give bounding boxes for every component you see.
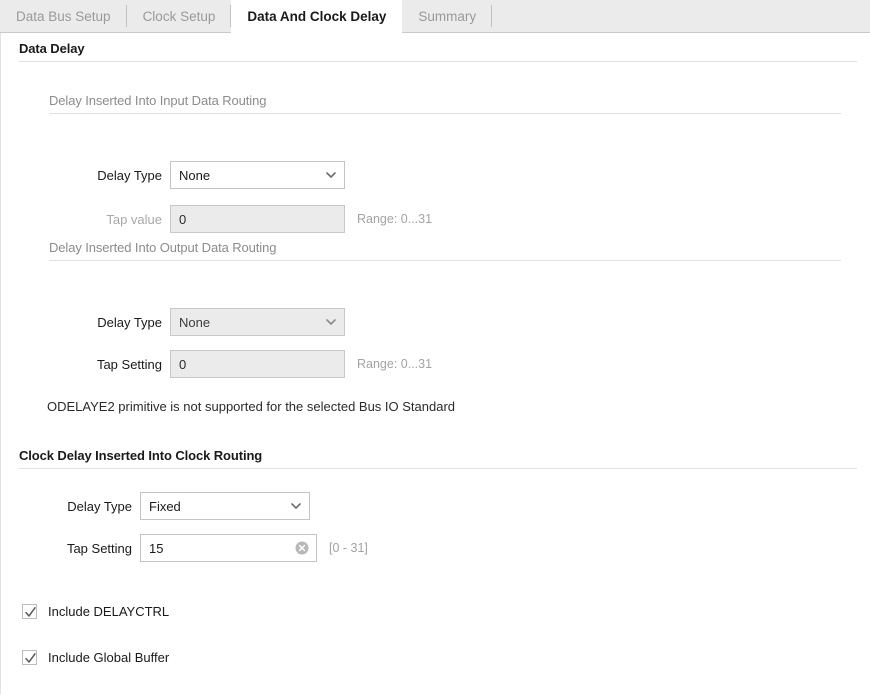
input-tap-value-field: 0 <box>170 205 345 233</box>
clock-tap-setting-hint: [0 - 31] <box>329 541 368 555</box>
tab-data-bus-setup[interactable]: Data Bus Setup <box>0 0 127 32</box>
tab-clock-setup[interactable]: Clock Setup <box>127 0 232 32</box>
output-tap-setting-field: 0 <box>170 350 345 378</box>
subsection-output-data-routing: Delay Inserted Into Output Data Routing <box>49 240 841 261</box>
checkbox-include-delayctrl[interactable]: Include DELAYCTRL <box>22 604 169 619</box>
clock-delay-type-label: Delay Type <box>67 498 132 514</box>
section-clock-delay: Clock Delay Inserted Into Clock Routing <box>19 448 857 469</box>
section-data-delay: Data Delay <box>19 41 857 62</box>
tab-strip-filler <box>492 0 870 32</box>
input-tap-value-row: Tap value 0 Range: 0...31 <box>49 205 432 233</box>
checkbox-box[interactable] <box>22 650 37 665</box>
settings-panel: Data Delay Delay Inserted Into Input Dat… <box>0 33 870 694</box>
clear-circle-icon[interactable] <box>295 541 309 555</box>
check-icon <box>25 607 36 617</box>
output-tap-setting-text: 0 <box>179 356 187 372</box>
section-title: Clock Delay Inserted Into Clock Routing <box>19 448 263 463</box>
output-delay-type-combobox: None <box>170 308 345 336</box>
input-tap-value-label: Tap value <box>106 211 162 227</box>
output-delay-type-value: None <box>179 314 211 330</box>
subsection-divider <box>49 260 841 261</box>
subsection-divider <box>49 113 841 114</box>
tab-data-and-clock-delay[interactable]: Data And Clock Delay <box>231 0 403 33</box>
clock-delay-type-row: Delay Type Fixed <box>19 492 310 520</box>
input-delay-type-row: Delay Type None <box>49 161 345 189</box>
section-title: Data Delay <box>19 41 85 56</box>
input-tap-value-text: 0 <box>179 211 187 227</box>
section-divider <box>19 468 857 469</box>
tab-label: Clock Setup <box>142 8 216 24</box>
data-and-clock-delay-page: Data Bus Setup Clock Setup Data And Cloc… <box>0 0 870 695</box>
output-tap-setting-row: Tap Setting 0 Range: 0...31 <box>49 350 432 378</box>
checkbox-label: Include Global Buffer <box>48 650 170 665</box>
clock-delay-type-combobox[interactable]: Fixed <box>140 492 310 520</box>
chevron-down-icon <box>326 170 336 179</box>
odelaye2-note: ODELAYE2 primitive is not supported for … <box>47 399 456 414</box>
tab-label: Data And Clock Delay <box>247 8 387 24</box>
check-icon <box>25 653 36 663</box>
clock-delay-type-value: Fixed <box>149 498 181 514</box>
input-delay-type-label: Delay Type <box>97 167 162 183</box>
clock-tap-setting-input[interactable]: 15 <box>140 534 317 562</box>
tab-summary[interactable]: Summary <box>402 0 492 32</box>
tab-label: Data Bus Setup <box>16 8 111 24</box>
chevron-down-icon <box>326 317 336 326</box>
output-tap-setting-hint: Range: 0...31 <box>357 357 433 371</box>
subsection-title: Delay Inserted Into Output Data Routing <box>49 240 277 255</box>
checkbox-box[interactable] <box>22 604 37 619</box>
checkbox-include-global-buffer[interactable]: Include Global Buffer <box>22 650 169 665</box>
output-delay-type-row: Delay Type None <box>49 308 345 336</box>
input-delay-type-value: None <box>179 167 211 183</box>
clock-tap-setting-value: 15 <box>149 540 164 556</box>
clock-tap-setting-row: Tap Setting 15 [0 - 31] <box>19 534 368 562</box>
checkbox-label: Include DELAYCTRL <box>48 604 170 619</box>
input-tap-value-hint: Range: 0...31 <box>357 212 433 226</box>
output-delay-type-label: Delay Type <box>97 314 162 330</box>
tab-label: Summary <box>418 8 477 24</box>
section-divider <box>19 61 857 62</box>
output-tap-setting-label: Tap Setting <box>96 356 162 372</box>
subsection-title: Delay Inserted Into Input Data Routing <box>49 93 267 108</box>
chevron-down-icon <box>291 501 301 510</box>
clock-tap-setting-label: Tap Setting <box>66 540 132 556</box>
tab-strip: Data Bus Setup Clock Setup Data And Cloc… <box>0 0 870 33</box>
input-delay-type-combobox[interactable]: None <box>170 161 345 189</box>
subsection-input-data-routing: Delay Inserted Into Input Data Routing <box>49 93 841 114</box>
